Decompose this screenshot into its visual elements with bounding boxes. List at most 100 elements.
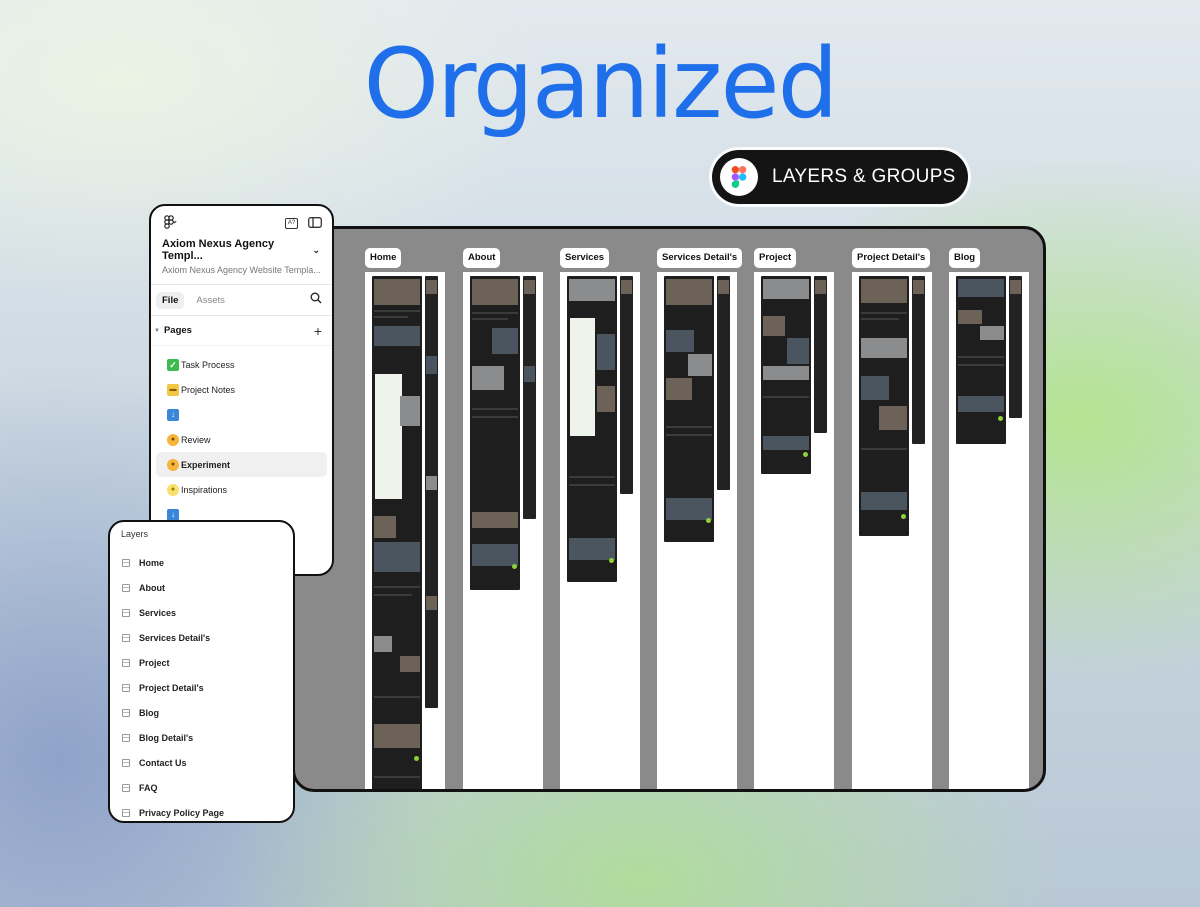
page-list: ✓ Task Process ▬ Project Notes ↓ ● Revie… (151, 346, 332, 527)
panel-tabs: File Assets (151, 284, 332, 316)
page-mockup-mobile (717, 276, 730, 490)
layer-item-about[interactable]: About (110, 575, 293, 600)
page-mockup-mobile (523, 276, 536, 519)
layer-item-project[interactable]: Project (110, 650, 293, 675)
page-mockup (372, 276, 422, 789)
tab-assets[interactable]: Assets (190, 292, 231, 309)
layer-label: Blog Detail's (139, 732, 194, 743)
page-item-review[interactable]: ● Review (156, 427, 327, 452)
file-title-text: Axiom Nexus Agency Templ... (162, 238, 275, 262)
layer-item-project-details[interactable]: Project Detail's (110, 675, 293, 700)
layers-groups-badge: LAYERS & GROUPS (712, 150, 968, 204)
frame-icon (122, 633, 130, 642)
page-label: Experiment (181, 459, 231, 470)
layer-label: Services (139, 607, 177, 618)
frame-icon (122, 658, 130, 667)
layer-label: Home (139, 557, 165, 568)
frame-about[interactable] (463, 272, 543, 789)
layer-item-services[interactable]: Services (110, 600, 293, 625)
check-icon: ✓ (167, 358, 179, 371)
sidebar-toggle-icon[interactable] (308, 215, 322, 233)
add-page-icon[interactable]: + (314, 323, 322, 339)
frame-project-details[interactable] (852, 272, 932, 789)
frame-home[interactable] (365, 272, 445, 789)
frame-icon (122, 808, 130, 817)
frame-label-home[interactable]: Home (365, 248, 402, 268)
caret-down-icon[interactable]: ▼ (154, 328, 160, 334)
figma-canvas[interactable]: Home About Services Services Detail's Pr… (292, 226, 1046, 792)
chevron-down-icon[interactable]: ⌄ (312, 245, 320, 256)
page-mockup (470, 276, 520, 590)
layer-label: Project Detail's (139, 682, 204, 693)
page-mockup (567, 276, 617, 582)
page-label: Project Notes (181, 384, 236, 395)
layer-label: Blog (139, 707, 159, 718)
frame-icon (122, 683, 130, 692)
page-mockup-mobile (1009, 276, 1022, 418)
layer-label: FAQ (139, 782, 158, 793)
frame-services-details[interactable] (657, 272, 737, 789)
font-icon[interactable]: A? (285, 218, 298, 229)
figma-menu-icon[interactable] (163, 215, 177, 232)
bulb-icon: ● (167, 483, 179, 496)
frame-icon (122, 583, 130, 592)
down-arrow-icon: ↓ (167, 408, 179, 421)
frame-icon (122, 558, 130, 567)
page-mockup (664, 276, 714, 542)
layer-label: Privacy Policy Page (139, 807, 225, 818)
pages-section-title: Pages (163, 325, 192, 336)
page-mockup (859, 276, 909, 536)
page-label: Review (181, 434, 211, 445)
frame-label-blog[interactable]: Blog (949, 248, 981, 268)
page-mockup-mobile (912, 276, 925, 444)
worker-icon: ● (167, 458, 179, 471)
layer-label: About (139, 582, 165, 593)
layer-item-contact-us[interactable]: Contact Us (110, 750, 293, 775)
page-mockup-mobile (425, 276, 438, 708)
layers-panel: Layers Home About Services Services Deta… (108, 520, 295, 823)
page-item-experiment[interactable]: ● Experiment (156, 452, 327, 477)
frame-project[interactable] (754, 272, 834, 789)
layers-title: Layers (121, 529, 149, 539)
layer-item-faq[interactable]: FAQ (110, 775, 293, 800)
frame-services[interactable] (560, 272, 640, 789)
tab-file[interactable]: File (156, 291, 185, 309)
layer-label: Contact Us (139, 757, 187, 768)
page-label: Task Process (181, 359, 235, 370)
file-title[interactable]: Axiom Nexus Agency Templ... ⌄ (151, 232, 332, 262)
page-mockup (956, 276, 1006, 444)
frame-label-project-details[interactable]: Project Detail's (852, 248, 931, 268)
frame-label-about[interactable]: About (463, 248, 501, 268)
pages-section-header[interactable]: ▼ Pages + (151, 316, 332, 346)
page-label: Inspirations (181, 484, 228, 495)
file-subtitle: Axiom Nexus Agency Website Templa... (162, 265, 321, 275)
badge-label: LAYERS & GROUPS (772, 166, 956, 187)
layer-item-privacy-policy[interactable]: Privacy Policy Page (110, 800, 293, 821)
frame-label-project[interactable]: Project (754, 248, 797, 268)
page-item-task-process[interactable]: ✓ Task Process (156, 352, 327, 377)
layer-item-services-details[interactable]: Services Detail's (110, 625, 293, 650)
folder-icon: ▬ (167, 383, 179, 396)
layer-label: Project (139, 657, 170, 668)
frame-icon (122, 608, 130, 617)
search-icon[interactable] (310, 291, 322, 309)
layer-item-blog-details[interactable]: Blog Detail's (110, 725, 293, 750)
frame-icon (122, 733, 130, 742)
layer-item-blog[interactable]: Blog (110, 700, 293, 725)
frame-label-services-details[interactable]: Services Detail's (657, 248, 743, 268)
page-mockup (761, 276, 811, 474)
frame-label-services[interactable]: Services (560, 248, 610, 268)
layer-item-home[interactable]: Home (110, 550, 293, 575)
frame-icon (122, 708, 130, 717)
layer-list: Home About Services Services Detail's Pr… (110, 539, 293, 821)
figma-icon (720, 158, 758, 196)
headline: Organized (363, 28, 838, 140)
page-item-divider[interactable]: ↓ (156, 402, 327, 427)
worker-icon: ● (167, 433, 179, 446)
frame-icon (122, 758, 130, 767)
frame-blog[interactable] (949, 272, 1029, 789)
down-arrow-icon: ↓ (167, 508, 179, 521)
page-item-inspirations[interactable]: ● Inspirations (156, 477, 327, 502)
frame-icon (122, 783, 130, 792)
page-item-project-notes[interactable]: ▬ Project Notes (156, 377, 327, 402)
